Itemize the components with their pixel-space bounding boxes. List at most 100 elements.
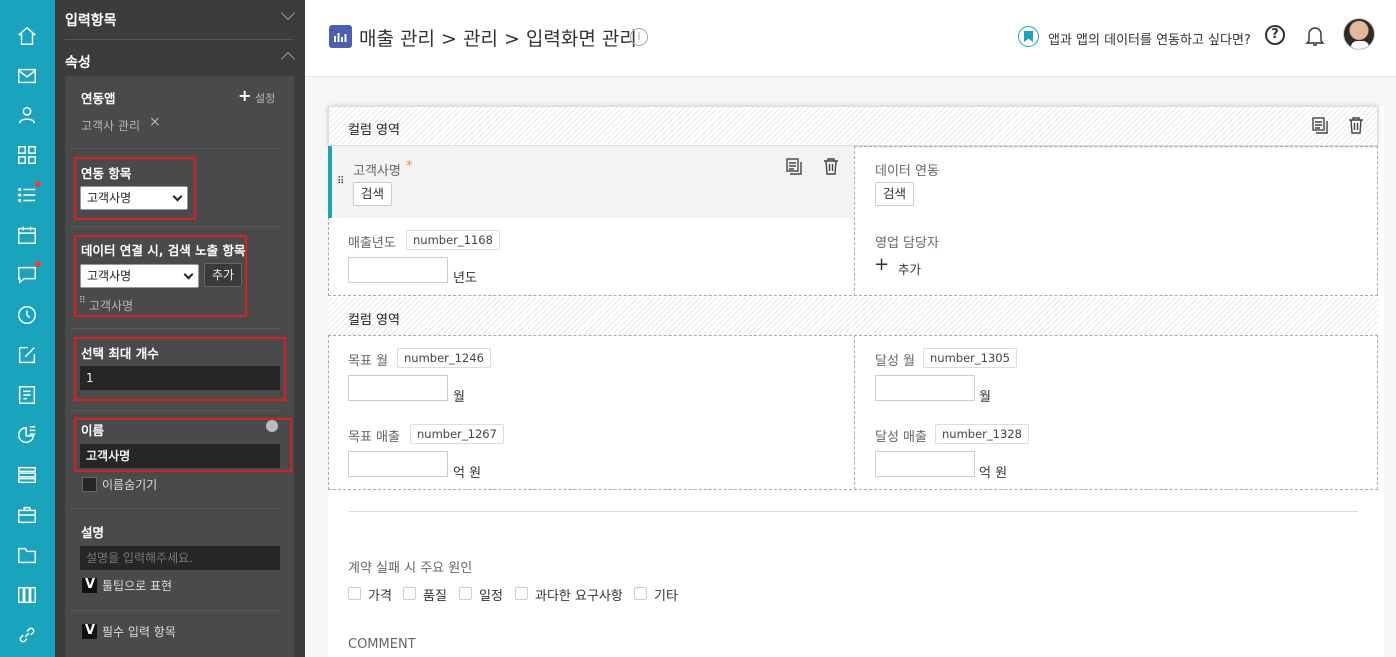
folder-icon[interactable]: [14, 542, 40, 568]
customer-name-label: 고객사명: [353, 164, 401, 179]
trash-icon[interactable]: [1346, 115, 1366, 135]
field-code-tag: number_1267: [410, 424, 504, 444]
search-field-select[interactable]: 고객사명: [80, 264, 199, 288]
month-unit: 월: [453, 390, 465, 405]
drag-handle-icon[interactable]: ⠿: [337, 176, 344, 187]
achieved-month-input[interactable]: [875, 375, 975, 401]
copy-icon[interactable]: [784, 156, 804, 176]
bell-icon[interactable]: [1304, 24, 1326, 48]
link-field-select[interactable]: 고객사명: [80, 186, 188, 210]
icon-rail: [0, 0, 55, 657]
name-input[interactable]: 고객사명: [80, 444, 280, 468]
column-section-title: 컬럼 영역: [348, 313, 400, 328]
option-label: 과다한 요구사항: [535, 589, 623, 604]
tooltip-checkbox[interactable]: [82, 577, 97, 593]
briefcase-icon[interactable]: [14, 502, 40, 528]
calendar-icon[interactable]: [14, 222, 40, 248]
sales-rep-label: 영업 담당자: [875, 236, 939, 251]
field-code-tag: number_1328: [935, 424, 1029, 444]
app-icon: [329, 25, 352, 48]
breadcrumb: 매출 관리 > 관리 > 입력화면 관리: [359, 28, 637, 50]
option-checkbox[interactable]: [348, 587, 361, 600]
pie-chart-icon[interactable]: [14, 422, 40, 448]
chevron-down-icon[interactable]: [280, 5, 296, 21]
add-search-field-button[interactable]: 추가: [204, 263, 243, 287]
option-checkbox[interactable]: [459, 587, 472, 600]
edit-icon[interactable]: [14, 342, 40, 368]
trash-icon[interactable]: [821, 156, 841, 176]
properties-panel: 입력항목 속성 연동앱 + 설정 고객사 관리 × 연동 항목 고객사명 데이터…: [55, 0, 305, 657]
clock-icon[interactable]: [14, 302, 40, 328]
tooltip-label: 툴팁으로 표현: [102, 579, 173, 593]
column-section-header[interactable]: [328, 297, 1378, 335]
selected-field[interactable]: [328, 146, 854, 218]
search-field-label: 데이터 연결 시, 검색 노출 항목: [81, 243, 246, 258]
hide-name-label: 이름숨기기: [102, 478, 158, 492]
option-label: 가격: [368, 589, 392, 604]
field-code-tag: number_1168: [406, 230, 500, 250]
bookmark-icon[interactable]: [1018, 26, 1039, 47]
column-section-title: 컬럼 영역: [348, 123, 400, 138]
link-icon[interactable]: [14, 622, 40, 648]
required-mark: *: [406, 159, 413, 174]
grid-icon[interactable]: [14, 142, 40, 168]
month-unit: 월: [979, 390, 991, 405]
option-checkbox[interactable]: [515, 587, 528, 600]
info-icon[interactable]: i: [630, 28, 648, 46]
form-icon[interactable]: [14, 382, 40, 408]
target-sales-input[interactable]: [348, 451, 448, 477]
field-code-tag: number_1305: [923, 348, 1017, 368]
hide-name-checkbox[interactable]: [82, 477, 97, 492]
integration-promo-link[interactable]: 앱과 앱의 데이터를 연동하고 싶다면?: [1048, 29, 1251, 48]
drag-handle-icon[interactable]: ⠿: [79, 296, 86, 306]
chat-icon[interactable]: [14, 261, 41, 288]
option-label: 일정: [479, 589, 503, 604]
mail-icon[interactable]: [14, 63, 40, 89]
sales-year-label: 매출년도: [348, 236, 396, 251]
form-canvas: 컬럼 영역 ⠿ 고객사명 * 검색 데이터 연동 검색 매출년도 number_…: [328, 106, 1384, 657]
divider: [348, 511, 1358, 512]
name-label: 이름: [81, 423, 105, 438]
chevron-up-icon[interactable]: [280, 51, 296, 67]
copy-icon[interactable]: [1310, 115, 1330, 135]
user-icon[interactable]: [14, 102, 40, 128]
search-item: 고객사명: [89, 299, 134, 313]
year-unit: 년도: [453, 271, 477, 286]
books-icon[interactable]: [14, 582, 40, 608]
option-checkbox[interactable]: [403, 587, 416, 600]
sales-year-input[interactable]: [348, 257, 448, 283]
comment-label: COMMENT: [348, 637, 416, 652]
achieved-sales-input[interactable]: [875, 451, 975, 477]
link-field-label: 연동 항목: [81, 166, 132, 181]
remove-icon[interactable]: ×: [149, 114, 161, 130]
search-button[interactable]: 검색: [875, 182, 915, 206]
achieved-sales-label: 달성 매출: [875, 430, 927, 445]
failure-reason-label: 계약 실패 시 주요 원인: [348, 561, 473, 576]
name-toggle[interactable]: [266, 420, 278, 432]
max-count-input[interactable]: 1: [80, 366, 280, 390]
home-icon[interactable]: [14, 23, 40, 49]
list-icon[interactable]: [14, 181, 41, 208]
money-unit: 억 원: [453, 466, 482, 481]
linked-app-label: 연동앱: [81, 91, 116, 106]
description-input[interactable]: 설명을 입력해주세요.: [80, 546, 280, 570]
stack-icon[interactable]: [14, 462, 40, 488]
description-label: 설명: [81, 525, 105, 540]
target-month-input[interactable]: [348, 375, 448, 401]
field-code-tag: number_1246: [397, 348, 491, 368]
column-section-header[interactable]: [328, 106, 1378, 146]
input-items-heading[interactable]: 입력항목: [65, 10, 117, 30]
required-checkbox[interactable]: [82, 623, 97, 639]
plus-icon[interactable]: +: [874, 254, 889, 275]
avatar[interactable]: [1343, 18, 1375, 50]
top-header: 매출 관리 > 관리 > 입력화면 관리 i 앱과 앱의 데이터를 연동하고 싶…: [305, 0, 1396, 77]
settings-link[interactable]: 설정: [255, 90, 275, 106]
help-icon[interactable]: ?: [1265, 25, 1285, 45]
add-sales-rep-button[interactable]: 추가: [898, 259, 921, 278]
option-label: 품질: [423, 589, 447, 604]
option-checkbox[interactable]: [634, 587, 647, 600]
search-button[interactable]: 검색: [353, 182, 393, 206]
properties-heading[interactable]: 속성: [65, 52, 91, 72]
plus-icon[interactable]: +: [238, 88, 251, 104]
target-month-label: 목표 월: [348, 354, 389, 369]
